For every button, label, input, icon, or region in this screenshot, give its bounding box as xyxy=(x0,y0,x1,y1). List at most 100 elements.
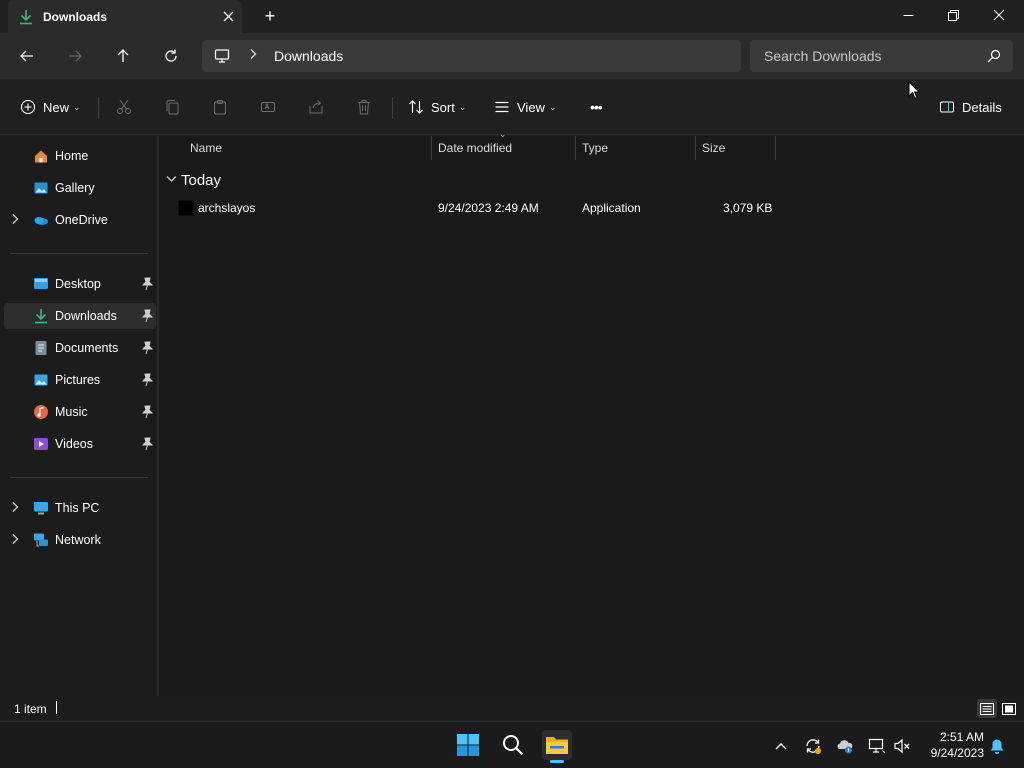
address-bar[interactable]: Downloads xyxy=(202,40,741,72)
column-divider[interactable] xyxy=(775,136,776,160)
title-bar: Downloads + xyxy=(0,0,1024,33)
sidebar-item-videos[interactable]: Videos xyxy=(4,431,156,457)
up-arrow-icon xyxy=(117,49,129,62)
cut-icon xyxy=(117,99,131,114)
breadcrumb-downloads[interactable]: Downloads xyxy=(274,48,343,64)
sidebar-item-documents[interactable]: Documents xyxy=(4,335,156,361)
sync-tray-icon[interactable] xyxy=(803,736,823,756)
show-hidden-icons-button[interactable] xyxy=(771,736,791,756)
folder-icon xyxy=(546,737,568,754)
paste-button[interactable] xyxy=(212,95,228,119)
file-list-area[interactable] xyxy=(159,136,1024,696)
column-header-size[interactable]: Size xyxy=(702,141,725,165)
refresh-button[interactable] xyxy=(157,43,185,69)
sidebar-item-desktop[interactable]: Desktop xyxy=(4,271,156,297)
close-window-button[interactable] xyxy=(976,0,1022,30)
column-divider[interactable] xyxy=(431,136,432,160)
file-row[interactable]: archslayos 9/24/2023 2:49 AM Application… xyxy=(165,196,777,220)
column-header-type[interactable]: Type xyxy=(582,141,608,165)
search-taskbar-button[interactable] xyxy=(498,730,528,760)
pin-icon[interactable] xyxy=(141,309,153,323)
cut-button[interactable] xyxy=(116,95,132,119)
documents-icon xyxy=(35,341,47,355)
volume-tray-icon[interactable] xyxy=(892,736,912,756)
divider xyxy=(392,97,393,119)
up-button[interactable] xyxy=(109,43,137,69)
sort-icon xyxy=(409,100,423,114)
forward-button[interactable] xyxy=(61,43,89,69)
search-icon[interactable] xyxy=(987,49,1001,63)
restore-button[interactable] xyxy=(930,0,976,30)
paste-icon xyxy=(214,100,226,115)
search-input[interactable] xyxy=(750,40,980,72)
chevron-right-icon[interactable] xyxy=(10,533,20,548)
system-clock[interactable]: 2:51 AM 9/24/2023 xyxy=(918,729,984,761)
sidebar-item-label: Music xyxy=(55,405,88,419)
column-divider[interactable] xyxy=(575,136,576,160)
sidebar-item-pictures[interactable]: Pictures xyxy=(4,367,156,393)
chevron-right-icon[interactable] xyxy=(10,501,20,516)
group-header-today[interactable]: Today xyxy=(166,170,221,190)
column-header-name[interactable]: Name xyxy=(190,141,222,165)
pin-icon[interactable] xyxy=(141,405,153,419)
minimize-button[interactable] xyxy=(885,0,931,30)
large-icons-view-button[interactable] xyxy=(999,699,1019,718)
sidebar-item-this-pc[interactable]: This PC xyxy=(4,495,156,521)
delete-button[interactable] xyxy=(356,95,372,119)
new-tab-button[interactable]: + xyxy=(260,6,280,26)
close-icon xyxy=(993,9,1005,21)
column-header-date-modified[interactable]: Date modified xyxy=(438,141,512,165)
sidebar-item-onedrive[interactable]: OneDrive xyxy=(4,207,156,233)
sidebar-item-gallery[interactable]: Gallery xyxy=(4,175,156,201)
sidebar-item-label: This PC xyxy=(55,501,100,515)
share-button[interactable] xyxy=(308,95,324,119)
onedrive-icon xyxy=(34,217,48,225)
forward-arrow-icon xyxy=(69,50,82,62)
sort-button[interactable]: Sort ⌄ xyxy=(408,95,466,119)
pin-icon[interactable] xyxy=(141,373,153,387)
network-tray-icon[interactable] xyxy=(867,736,887,756)
more-options-button[interactable]: ••• xyxy=(590,95,603,119)
tab-close-icon[interactable] xyxy=(219,7,237,25)
tab-downloads[interactable]: Downloads xyxy=(8,0,242,33)
back-button[interactable] xyxy=(13,43,41,69)
status-bar: 1 item xyxy=(0,696,1024,721)
details-button[interactable]: Details xyxy=(939,95,1002,119)
plus-circle-icon xyxy=(20,99,36,115)
cloud-info-icon xyxy=(837,740,853,754)
sidebar-item-music[interactable]: Music xyxy=(4,399,156,425)
file-explorer-taskbar-button[interactable] xyxy=(542,730,572,760)
sidebar-item-label: Videos xyxy=(55,437,93,451)
sidebar-item-home[interactable]: Home xyxy=(4,143,156,169)
rename-button[interactable] xyxy=(260,95,276,119)
notifications-button[interactable] xyxy=(987,736,1007,756)
active-app-indicator xyxy=(550,760,564,763)
new-button[interactable]: New ⌄ xyxy=(20,95,81,119)
sidebar-item-downloads[interactable]: Downloads xyxy=(4,303,156,329)
pin-icon[interactable] xyxy=(141,437,153,451)
taskbar: 2:51 AM 9/24/2023 xyxy=(0,721,1024,768)
file-name: archslayos xyxy=(198,201,256,215)
pin-icon[interactable] xyxy=(141,341,153,355)
clock-time: 2:51 AM xyxy=(939,730,984,744)
copy-button[interactable] xyxy=(164,95,180,119)
start-button[interactable] xyxy=(453,730,483,760)
chevron-down-icon: ⌄ xyxy=(458,101,467,112)
sidebar-item-label: Gallery xyxy=(55,181,95,195)
chevron-down-icon: ⌄ xyxy=(73,101,81,112)
speaker-muted-icon xyxy=(894,738,910,754)
monitor-icon xyxy=(214,49,230,63)
group-label: Today xyxy=(181,171,222,189)
breadcrumb-chevron-icon[interactable] xyxy=(248,48,258,63)
view-button[interactable]: View ⌄ xyxy=(494,95,557,119)
command-bar: New ⌄ Sort ⌄ View ⌄ ••• Details xyxy=(0,79,1024,135)
onedrive-tray-icon[interactable] xyxy=(835,736,855,756)
search-box[interactable] xyxy=(750,40,1013,72)
column-divider[interactable] xyxy=(695,136,696,160)
chevron-right-icon[interactable] xyxy=(10,213,20,228)
sidebar-item-network[interactable]: Network xyxy=(4,527,156,553)
pin-icon[interactable] xyxy=(141,277,153,291)
details-view-button[interactable] xyxy=(977,699,997,718)
downloads-icon xyxy=(35,309,47,324)
details-view-icon xyxy=(980,702,994,715)
